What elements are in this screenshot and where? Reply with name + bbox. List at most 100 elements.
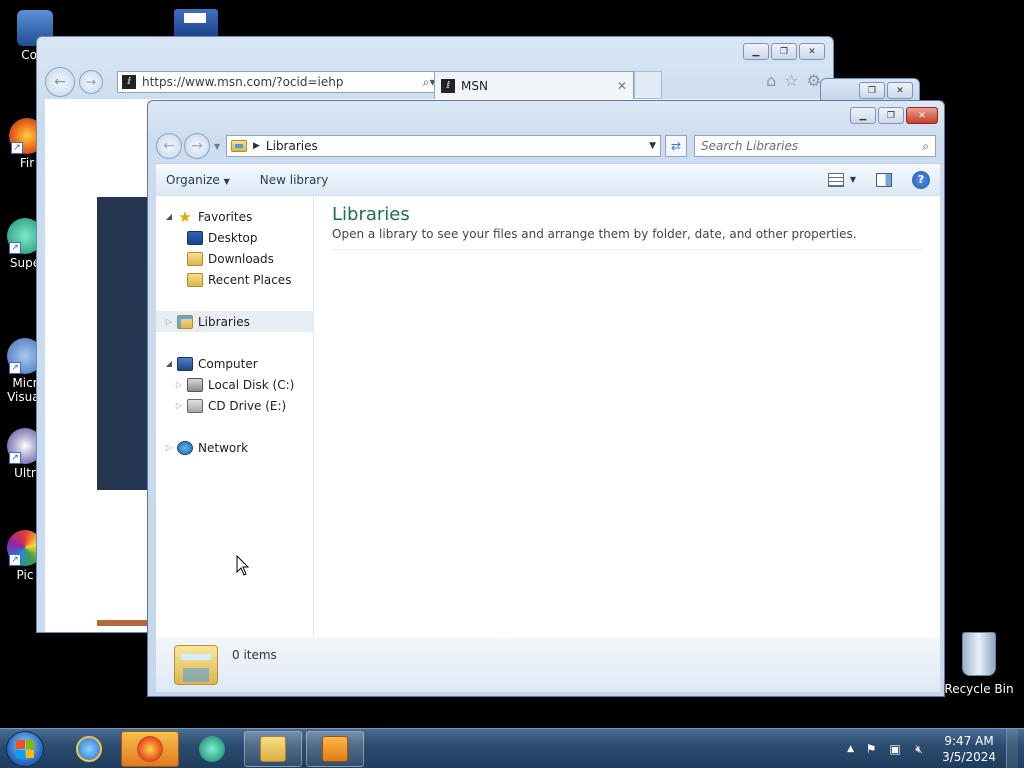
favorites-star-icon[interactable]: ☆	[784, 71, 798, 90]
explorer-command-bar: Organize ▼ New library ▼ ?	[156, 163, 940, 195]
collapsed-arrow-icon[interactable]: ▷	[174, 401, 184, 410]
collapsed-arrow-icon[interactable]: ▷	[174, 380, 184, 389]
clock[interactable]: 9:47 AM 3/5/2024	[942, 733, 996, 765]
action-center-flag-icon[interactable]: ⚑	[864, 742, 878, 756]
search-placeholder: Search Libraries	[701, 139, 799, 153]
nav-desktop[interactable]: Desktop	[156, 227, 313, 248]
restore-button[interactable]: ❐	[859, 82, 885, 99]
desktop-icon-recycle-bin[interactable]: Recycle Bin	[944, 632, 1014, 696]
show-desktop-button[interactable]	[1006, 729, 1018, 768]
organize-button[interactable]: Organize ▼	[166, 173, 230, 187]
nav-label: Downloads	[208, 251, 274, 266]
taskbar-file-explorer[interactable]	[244, 731, 302, 767]
explorer-caption-buttons: ▁ ❐ ✕	[850, 107, 938, 124]
clock-date: 3/5/2024	[942, 750, 996, 764]
file-explorer-icon	[260, 736, 286, 762]
search-icon: ⌕	[922, 138, 929, 153]
taskbar-internet-explorer[interactable]	[60, 731, 118, 767]
maximize-button[interactable]: ❐	[878, 107, 904, 124]
refresh-button[interactable]: ⇄	[665, 135, 687, 157]
nav-label: Desktop	[208, 230, 258, 245]
gear-icon[interactable]: ⚙	[807, 71, 821, 90]
nav-label: Favorites	[198, 209, 253, 224]
content-pane[interactable]: Libraries Open a library to see your fil…	[314, 196, 940, 638]
show-hidden-icons-icon[interactable]: ▲	[847, 744, 854, 754]
media-player-icon	[322, 736, 348, 762]
change-view-button[interactable]: ▼	[827, 172, 856, 187]
ie-tools: ⌂ ☆ ⚙	[766, 71, 821, 90]
back-arrow-icon: ←	[54, 74, 66, 90]
desktop-icon	[187, 230, 203, 245]
expanded-arrow-icon[interactable]: ◢	[164, 359, 174, 368]
nav-libraries[interactable]: ▷ Libraries	[156, 311, 313, 332]
help-icon[interactable]: ?	[912, 170, 930, 189]
breadcrumb-arrow-icon[interactable]: ▶	[253, 141, 260, 151]
close-button[interactable]: ✕	[887, 82, 913, 99]
nav-gap	[156, 332, 313, 353]
nav-cd-drive[interactable]: ▷ CD Drive (E:)	[156, 395, 313, 416]
minimize-button[interactable]: ▁	[850, 107, 876, 124]
libraries-folder-icon	[174, 645, 218, 685]
taskbar-firefox[interactable]	[121, 731, 179, 767]
collapsed-arrow-icon[interactable]: ▷	[164, 317, 174, 326]
close-button[interactable]: ✕	[906, 107, 938, 124]
taskbar-app[interactable]	[183, 731, 241, 767]
libraries-icon	[177, 314, 193, 329]
ie-caption-buttons: ▁ ❐ ✕	[743, 43, 825, 60]
ie-address-bar[interactable]: ⅈ https://www.msn.com/?ocid=iehp ⌕▾ 🔒︎ ↻	[117, 71, 469, 93]
clock-time: 9:47 AM	[944, 734, 994, 748]
floppy-icon[interactable]	[174, 9, 218, 39]
background-window-buttons: ❐ ✕	[859, 82, 913, 99]
taskbar-media-player[interactable]	[306, 731, 364, 767]
start-button[interactable]	[6, 731, 44, 767]
internet-explorer-icon	[76, 736, 102, 762]
recycle-bin-icon	[962, 632, 996, 676]
ie-tab-title: MSN	[461, 78, 488, 93]
expanded-arrow-icon[interactable]: ◢	[164, 212, 174, 221]
forward-button[interactable]: →	[79, 70, 103, 94]
firefox-icon	[137, 736, 163, 762]
page-description: Open a library to see your files and arr…	[332, 227, 922, 250]
breadcrumb-libraries[interactable]: Libraries	[266, 139, 318, 153]
nav-downloads[interactable]: Downloads	[156, 248, 313, 269]
new-library-button[interactable]: New library	[260, 173, 329, 187]
nav-local-disk[interactable]: ▷ Local Disk (C:)	[156, 374, 313, 395]
item-count: 0 items	[232, 648, 277, 662]
hard-disk-icon	[187, 377, 203, 392]
collapsed-arrow-icon[interactable]: ▷	[164, 443, 174, 452]
navigation-pane[interactable]: ◢ ★ Favorites Desktop Downloads Recent P…	[156, 196, 314, 638]
taskbar: ▲ ⚑ ▣ 🔇︎ 9:47 AM 3/5/2024	[0, 728, 1024, 768]
shortcut-arrow-icon: ↗	[9, 452, 21, 464]
close-button[interactable]: ✕	[799, 43, 825, 60]
explorer-address-bar[interactable]: ▶ Libraries ▼	[226, 135, 661, 157]
view-options-icon	[827, 172, 844, 187]
address-dropdown-icon[interactable]: ▼	[649, 141, 656, 151]
network-tray-icon[interactable]: ▣	[888, 742, 902, 756]
nav-computer[interactable]: ◢ Computer	[156, 353, 313, 374]
ie-url-text: https://www.msn.com/?ocid=iehp	[142, 75, 344, 89]
tab-close-icon[interactable]: ✕	[617, 79, 627, 93]
ie-tab[interactable]: ⅈ MSN ✕	[434, 71, 634, 99]
nav-recent-places[interactable]: Recent Places	[156, 269, 313, 290]
restore-button[interactable]: ❐	[771, 43, 797, 60]
back-button[interactable]: ←	[45, 67, 75, 97]
toolbar-right: ▼ ?	[827, 170, 930, 189]
forward-button[interactable]: →	[184, 133, 210, 159]
organize-label: Organize	[166, 172, 220, 187]
nav-favorites[interactable]: ◢ ★ Favorites	[156, 206, 313, 227]
minimize-button[interactable]: ▁	[743, 43, 769, 60]
back-button[interactable]: ←	[156, 133, 182, 159]
search-input[interactable]: Search Libraries ⌕	[694, 135, 936, 157]
home-icon[interactable]: ⌂	[766, 71, 776, 90]
nav-label: Network	[198, 440, 249, 455]
shortcut-arrow-icon: ↗	[9, 362, 21, 374]
new-tab-button[interactable]	[634, 71, 662, 99]
libraries-folder-icon	[231, 140, 247, 152]
preview-pane-icon[interactable]	[876, 172, 892, 187]
system-tray: ▲ ⚑ ▣ 🔇︎ 9:47 AM 3/5/2024	[847, 729, 1018, 768]
nav-network[interactable]: ▷ Network	[156, 437, 313, 458]
explorer-window[interactable]: ▁ ❐ ✕ ← → ▼ ▶ Libraries ▼ ⇄ Search Libra…	[147, 100, 945, 697]
recent-pages-dropdown-icon[interactable]: ▼	[214, 142, 220, 151]
volume-muted-icon[interactable]: 🔇︎	[912, 742, 926, 756]
nav-label: Libraries	[198, 314, 250, 329]
